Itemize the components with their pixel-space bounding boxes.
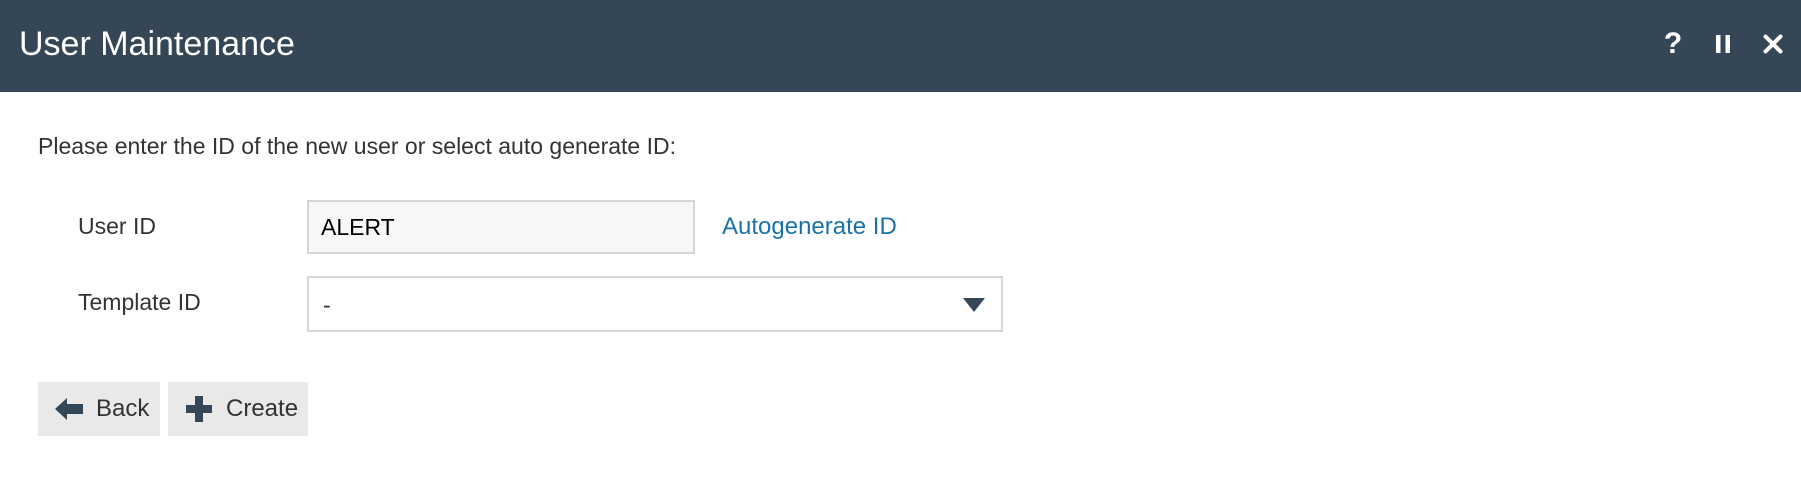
back-button[interactable]: Back xyxy=(38,382,160,436)
create-button-label: Create xyxy=(226,395,299,422)
back-button-label: Back xyxy=(96,395,150,422)
window-title: User Maintenance xyxy=(19,25,295,63)
close-button[interactable] xyxy=(1753,24,1793,64)
help-icon: ? xyxy=(1663,27,1683,60)
instruction-text: Please enter the ID of the new user or s… xyxy=(38,133,676,159)
user-id-input[interactable] xyxy=(307,200,695,254)
template-id-select[interactable]: - xyxy=(307,276,1003,332)
create-button[interactable]: Create xyxy=(168,382,308,436)
user-id-label: User ID xyxy=(78,213,156,239)
pause-button[interactable] xyxy=(1703,24,1743,64)
pause-icon xyxy=(1716,35,1730,53)
chevron-down-icon xyxy=(963,298,985,312)
dialog-content: Please enter the ID of the new user or s… xyxy=(0,92,1801,478)
title-bar: User Maintenance ? xyxy=(0,0,1801,92)
autogenerate-id-link[interactable]: Autogenerate ID xyxy=(722,213,897,241)
plus-icon xyxy=(186,396,212,422)
template-id-label: Template ID xyxy=(78,289,201,315)
close-icon xyxy=(1763,34,1783,54)
arrow-left-icon xyxy=(55,398,83,420)
template-id-selected-value: - xyxy=(323,292,331,318)
help-button[interactable]: ? xyxy=(1653,24,1693,64)
